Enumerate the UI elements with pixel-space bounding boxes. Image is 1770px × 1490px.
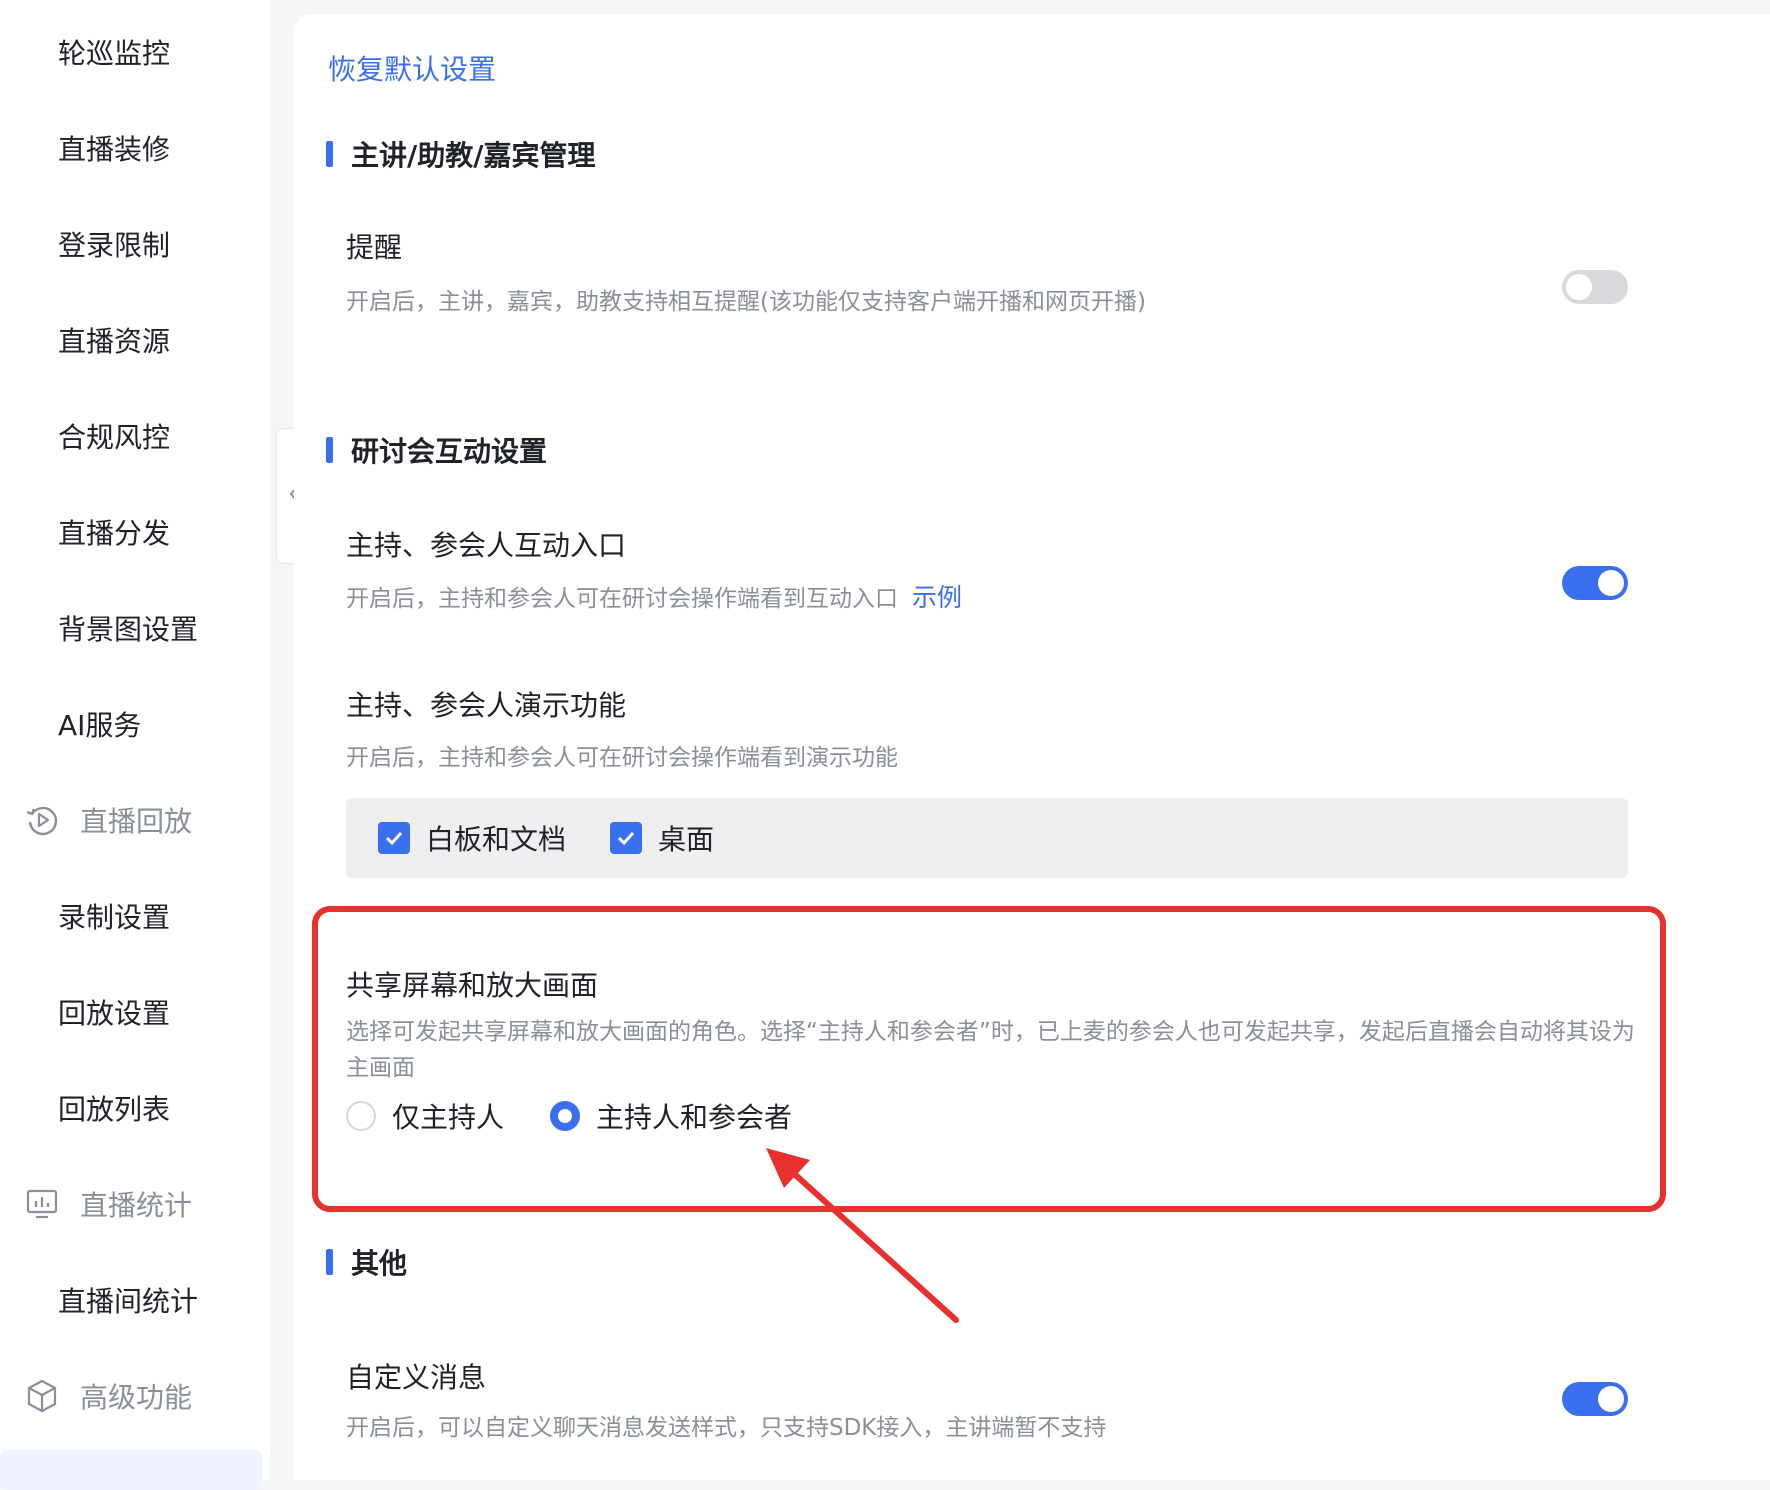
settings-panel: 恢复默认设置 主讲/助教/嘉宾管理 提醒 开启后，主讲，嘉宾，助教支持相互提醒(… [294, 14, 1770, 1480]
reminder-desc: 开启后，主讲，嘉宾，助教支持相互提醒(该功能仅支持客户端开播和网页开播) [346, 289, 1146, 315]
check-icon [378, 822, 410, 854]
playback-icon [24, 802, 60, 838]
section-bar [326, 141, 333, 167]
cube-icon [24, 1378, 60, 1414]
section-title-other: 其他 [326, 1242, 407, 1282]
sidebar-item-login-restriction[interactable]: 登录限制 [0, 196, 262, 292]
interact-entry-title: 主持、参会人互动入口 [346, 529, 627, 562]
example-link[interactable]: 示例 [912, 583, 962, 612]
sidebar-item-room-statistics[interactable]: 直播间统计 [0, 1252, 262, 1348]
interact-entry-toggle[interactable] [1562, 566, 1628, 600]
radio-circle [550, 1101, 581, 1131]
section-bar [326, 1249, 333, 1275]
share-screen-radio-group: 仅主持人 主持人和参会者 [346, 1096, 838, 1136]
sidebar-group-advanced[interactable]: 高级功能 [0, 1348, 262, 1444]
check-icon [610, 822, 643, 854]
radio-host-only[interactable]: 仅主持人 [346, 1096, 504, 1136]
restore-defaults-link[interactable]: 恢复默认设置 [328, 48, 496, 88]
sidebar: 轮巡监控 直播装修 登录限制 直播资源 合规风控 直播分发 背景图设置 AI服务… [0, 0, 270, 1490]
interact-entry-desc: 开启后，主持和参会人可在研讨会操作端看到互动入口 示例 [346, 583, 963, 612]
section-title-host: 主讲/助教/嘉宾管理 [326, 134, 595, 174]
whiteboard-doc-checkbox[interactable]: 白板和文档 [378, 818, 566, 858]
sidebar-item-playback-settings[interactable]: 回放设置 [0, 964, 262, 1060]
sidebar-item-patrol-monitor[interactable]: 轮巡监控 [0, 4, 262, 100]
sidebar-item-compliance[interactable]: 合规风控 [0, 388, 262, 484]
sidebar-item-distribution[interactable]: 直播分发 [0, 484, 262, 580]
section-title-seminar: 研讨会互动设置 [326, 430, 547, 470]
section-bar [326, 437, 333, 463]
custom-message-desc: 开启后，可以自定义聊天消息发送样式，只支持SDK接入，主讲端暂不支持 [346, 1415, 1107, 1441]
toggle-knob [1566, 274, 1592, 300]
toggle-knob [1598, 1386, 1624, 1412]
radio-host-and-participants[interactable]: 主持人和参会者 [550, 1096, 792, 1136]
sidebar-item-live-decoration[interactable]: 直播装修 [0, 100, 262, 196]
sidebar-item-selected[interactable] [0, 1450, 262, 1490]
toggle-knob [1598, 570, 1624, 596]
share-screen-title: 共享屏幕和放大画面 [346, 969, 599, 1002]
sidebar-item-playback-list[interactable]: 回放列表 [0, 1060, 262, 1156]
reminder-title: 提醒 [346, 231, 403, 264]
statistics-icon [24, 1186, 60, 1222]
sidebar-group-playback[interactable]: 直播回放 [0, 772, 262, 868]
demo-desc: 开启后，主持和参会人可在研讨会操作端看到演示功能 [346, 745, 898, 771]
demo-title: 主持、参会人演示功能 [346, 689, 627, 722]
sidebar-item-live-resources[interactable]: 直播资源 [0, 292, 262, 388]
sidebar-group-statistics[interactable]: 直播统计 [0, 1156, 262, 1252]
share-screen-desc: 选择可发起共享屏幕和放大画面的角色。选择“主持人和参会者”时，已上麦的参会人也可… [346, 1019, 1635, 1081]
custom-message-title: 自定义消息 [346, 1361, 487, 1394]
reminder-toggle[interactable] [1562, 270, 1628, 304]
desktop-checkbox[interactable]: 桌面 [610, 818, 714, 858]
demo-options-panel: 白板和文档 桌面 [346, 798, 1628, 878]
custom-message-toggle[interactable] [1562, 1382, 1628, 1416]
sidebar-item-record-settings[interactable]: 录制设置 [0, 868, 262, 964]
radio-dot [558, 1109, 573, 1123]
sidebar-item-background[interactable]: 背景图设置 [0, 580, 262, 676]
radio-circle [346, 1101, 376, 1131]
sidebar-item-ai-service[interactable]: AI服务 [0, 676, 262, 772]
